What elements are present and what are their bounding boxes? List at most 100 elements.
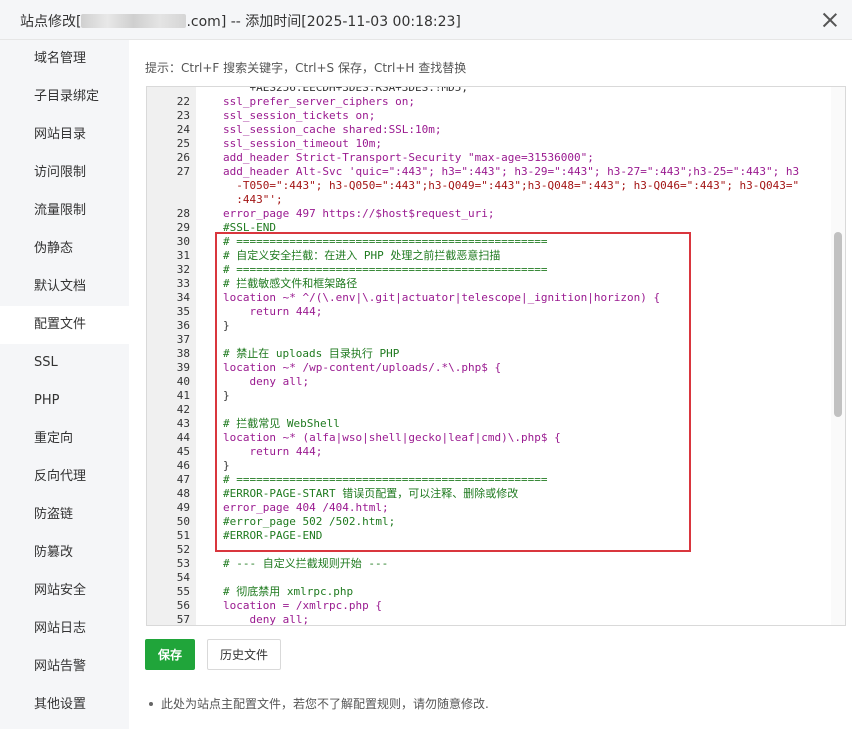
bullet-icon xyxy=(149,702,153,706)
line-number: 52 xyxy=(176,543,190,556)
sidebar-item[interactable]: 防篡改 xyxy=(0,534,129,572)
code-line: 30 # ====================================… xyxy=(147,235,831,249)
sidebar-item[interactable]: 重定向 xyxy=(0,420,129,458)
code-line: 55 # 彻底禁用 xmlrpc.php xyxy=(147,585,831,599)
code-line: 24 ssl_session_cache shared:SSL:10m; xyxy=(147,123,831,137)
code-line: 32 # ====================================… xyxy=(147,263,831,277)
line-text: # 彻底禁用 xmlrpc.php xyxy=(223,585,354,598)
line-text: #error_page 502 /502.html; xyxy=(223,515,396,528)
title-suffix: .com] -- 添加时间[2025-11-03 00:18:23] xyxy=(186,14,461,30)
close-icon[interactable] xyxy=(820,10,840,30)
line-number: 56 xyxy=(176,599,190,612)
line-number: 38 xyxy=(176,347,190,360)
code-lines[interactable]: +AES256:EECDH+3DES:RSA+3DES:!MD5; 22 ssl_p… xyxy=(147,86,831,626)
code-line: 36} xyxy=(147,319,831,333)
line-number: 44 xyxy=(176,431,190,444)
code-line: 25 ssl_session_timeout 10m; xyxy=(147,137,831,151)
code-line: 44 location ~* (alfa|wso|shell|gecko|leaf… xyxy=(147,431,831,445)
line-number: 48 xyxy=(176,487,190,500)
code-line: 29 #SSL-END xyxy=(147,221,831,235)
code-editor[interactable]: +AES256:EECDH+3DES:RSA+3DES:!MD5; 22 ssl_p… xyxy=(146,86,846,626)
line-number: 40 xyxy=(176,375,190,388)
sidebar-item[interactable]: SSL xyxy=(0,344,129,382)
code-line: 53 # --- 自定义拦截规则开始 --- xyxy=(147,557,831,571)
code-line: 54 xyxy=(147,571,831,585)
code-line: 45 return 444; xyxy=(147,445,831,459)
line-text: # 拦截常见 WebShell xyxy=(223,417,340,430)
sidebar-item[interactable]: 默认文档 xyxy=(0,268,129,306)
line-text: deny all; xyxy=(223,613,310,626)
sidebar-item[interactable]: 配置文件 xyxy=(0,306,129,344)
line-number: 45 xyxy=(176,445,190,458)
line-text: #SSL-END xyxy=(223,221,276,234)
config-note: 此处为站点主配置文件，若您不了解配置规则，请勿随意修改. xyxy=(149,695,489,712)
line-number: 22 xyxy=(176,95,190,108)
code-line: 57 deny all; xyxy=(147,613,831,626)
line-text: ssl_prefer_server_ciphers on; xyxy=(223,95,416,108)
line-text: ssl_session_timeout 10m; xyxy=(223,137,382,150)
sidebar-item[interactable]: 网站日志 xyxy=(0,610,129,648)
history-file-button[interactable]: 历史文件 xyxy=(207,639,281,670)
line-text: error_page 497 https://$host$request_uri… xyxy=(223,207,495,220)
line-number: 41 xyxy=(176,389,190,402)
title-prefix: 站点修改[ xyxy=(20,14,82,30)
line-number: 50 xyxy=(176,515,190,528)
scrollbar-thumb[interactable] xyxy=(834,232,842,417)
redacted-domain xyxy=(81,14,187,28)
line-text: # ======================================… xyxy=(223,473,548,486)
line-text: ssl_session_cache shared:SSL:10m; xyxy=(223,123,442,136)
sidebar-item[interactable]: 网站安全 xyxy=(0,572,129,610)
code-line: 41} xyxy=(147,389,831,403)
save-button[interactable]: 保存 xyxy=(145,639,195,670)
sidebar-item[interactable]: 其他设置 xyxy=(0,686,129,724)
sidebar-item[interactable]: 访问限制 xyxy=(0,154,129,192)
line-text: # ======================================… xyxy=(223,263,548,276)
scrollbar-track[interactable] xyxy=(831,87,845,625)
line-text: -T050=":443"; h3-Q050=":443";h3-Q049=":4… xyxy=(223,179,800,192)
sidebar-item[interactable]: 防盗链 xyxy=(0,496,129,534)
sidebar-item[interactable]: 伪静态 xyxy=(0,230,129,268)
line-number: 32 xyxy=(176,263,190,276)
sidebar-item[interactable]: 子目录绑定 xyxy=(0,78,129,116)
line-text: error_page 404 /404.html; xyxy=(223,501,389,514)
code-line: 33 # 拦截敏感文件和框架路径 xyxy=(147,277,831,291)
line-text: ssl_session_tickets on; xyxy=(223,109,376,122)
line-number: 55 xyxy=(176,585,190,598)
line-number: 42 xyxy=(176,403,190,416)
sidebar-item[interactable]: 网站目录 xyxy=(0,116,129,154)
sidebar: 域名管理 子目录绑定 网站目录 访问限制 流量限制 伪静态 默认文档 配置文件 SSL PHP 重定… xyxy=(0,40,129,729)
code-line: 51 #ERROR-PAGE-END xyxy=(147,529,831,543)
line-text: # --- 自定义拦截规则开始 --- xyxy=(223,557,389,570)
code-line: 40 deny all; xyxy=(147,375,831,389)
code-line: 35 return 444; xyxy=(147,305,831,319)
sidebar-item[interactable]: PHP xyxy=(0,382,129,420)
sidebar-item[interactable]: 域名管理 xyxy=(0,40,129,78)
code-line: 46} xyxy=(147,459,831,473)
code-line: 38 # 禁止在 uploads 目录执行 PHP xyxy=(147,347,831,361)
config-note-text: 此处为站点主配置文件，若您不了解配置规则，请勿随意修改. xyxy=(161,697,489,711)
sidebar-item[interactable]: 反向代理 xyxy=(0,458,129,496)
line-text: +AES256:EECDH+3DES:RSA+3DES:!MD5; xyxy=(223,86,469,94)
line-text: :443"'; xyxy=(223,193,283,206)
code-line: 39 location ~* /wp-content/uploads/.*\.ph… xyxy=(147,361,831,375)
code-line: 37 xyxy=(147,333,831,347)
code-line: 42 xyxy=(147,403,831,417)
code-line: 27 add_header Alt-Svc 'quic=":443"; h3=":… xyxy=(147,165,831,179)
line-text: location ~* /wp-content/uploads/.*\.php$… xyxy=(223,361,502,374)
sidebar-item[interactable]: 网站告警 xyxy=(0,648,129,686)
code-line: 52 xyxy=(147,543,831,557)
line-text: return 444; xyxy=(223,445,323,458)
sidebar-item[interactable]: 流量限制 xyxy=(0,192,129,230)
dialog-titlebar: 站点修改[ .com] -- 添加时间[2025-11-03 00:18:23] xyxy=(0,0,852,40)
main-panel: 提示：Ctrl+F 搜索关键字，Ctrl+S 保存，Ctrl+H 查找替换 +A… xyxy=(129,40,852,729)
code-line: :443"'; xyxy=(147,193,831,207)
line-text: # 自定义安全拦截：在进入 PHP 处理之前拦截恶意扫描 xyxy=(223,249,501,262)
code-line: 43 # 拦截常见 WebShell xyxy=(147,417,831,431)
line-number: 25 xyxy=(176,137,190,150)
code-line: -T050=":443"; h3-Q050=":443";h3-Q049=":4… xyxy=(147,179,831,193)
line-number: 29 xyxy=(176,221,190,234)
line-text: } xyxy=(223,459,230,472)
line-number: 37 xyxy=(176,333,190,346)
code-line: 56 location = /xmlrpc.php { xyxy=(147,599,831,613)
line-number: 33 xyxy=(176,277,190,290)
